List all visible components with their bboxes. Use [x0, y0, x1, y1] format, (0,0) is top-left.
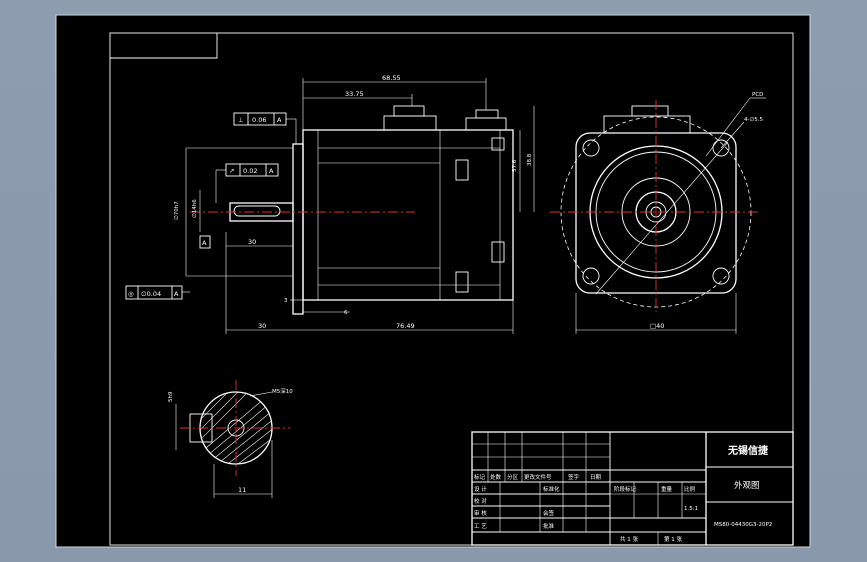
tb-row-reviewer: 审 核	[474, 509, 487, 517]
tb-drawing-number: MS80-04430G3-20P2	[714, 522, 772, 528]
tb-row-checker: 校 对	[474, 497, 487, 505]
tb-approve: 批准	[543, 522, 555, 530]
tb-stage: 阶段标记	[614, 485, 637, 493]
tb-header-0: 标记	[474, 473, 486, 481]
svg-text:A: A	[269, 167, 274, 175]
dim-height-a: 57.6	[512, 159, 518, 172]
dim-face-width: □40	[650, 322, 664, 330]
svg-text:A: A	[174, 290, 179, 298]
dim-step-6: 6	[344, 310, 348, 316]
tb-sheet-no: 第 1 张	[664, 535, 682, 543]
tb-drawing-name: 外观图	[734, 480, 760, 491]
drawing-canvas: 68.55 33.75 57.6 38.8 30 76.49 30 3 6 ∅7…	[55, 14, 811, 548]
tb-check2: 会签	[543, 509, 555, 517]
tb-ratio: 比例	[684, 485, 696, 493]
hole-label: 4-∅5.5	[744, 117, 764, 123]
tb-header-4: 签字	[568, 473, 580, 481]
tb-header-2: 分区	[507, 473, 519, 481]
svg-text:0.02: 0.02	[243, 167, 257, 175]
svg-text:⊥: ⊥	[238, 116, 244, 124]
dim-body-length: 76.49	[396, 322, 415, 330]
tb-row-process: 工 艺	[474, 523, 487, 530]
tb-std: 标准化	[543, 485, 560, 493]
tb-row-designer: 设 计	[474, 485, 487, 493]
dim-shaft-length: 30	[248, 238, 256, 246]
dim-step-3: 3	[284, 298, 288, 304]
svg-text:M5深10: M5深10	[272, 387, 293, 395]
tb-sheet-total: 共 1 张	[620, 535, 638, 543]
cad-viewport[interactable]: 68.55 33.75 57.6 38.8 30 76.49 30 3 6 ∅7…	[0, 0, 867, 562]
pcd-label: PCD	[752, 92, 763, 98]
svg-text:A: A	[277, 116, 282, 124]
svg-text:↗: ↗	[229, 167, 234, 175]
svg-text:◎: ◎	[128, 290, 134, 298]
svg-text:A: A	[202, 239, 207, 247]
dim-upper-length: 33.75	[345, 90, 364, 98]
svg-text:∅0.04: ∅0.04	[141, 290, 161, 298]
svg-text:∅14h6: ∅14h6	[192, 199, 198, 218]
tb-weight: 重量	[661, 485, 673, 493]
tb-header-3: 更改文件号	[524, 473, 552, 481]
drawing-sheet	[55, 14, 811, 548]
svg-text:0.06: 0.06	[252, 116, 266, 124]
tb-company: 无锡信捷	[727, 444, 769, 457]
tb-header-1: 处数	[490, 473, 502, 481]
dim-flange-offset: 30	[258, 322, 266, 330]
svg-text:∅70h7: ∅70h7	[174, 201, 180, 220]
svg-text:5h9: 5h9	[168, 391, 174, 402]
dim-key-width: 11	[238, 486, 246, 494]
dim-total-length: 68.55	[382, 74, 401, 82]
dim-height-b: 38.8	[527, 153, 533, 166]
tb-scale: 1.5:1	[684, 506, 698, 512]
tb-header-5: 日期	[590, 474, 602, 481]
